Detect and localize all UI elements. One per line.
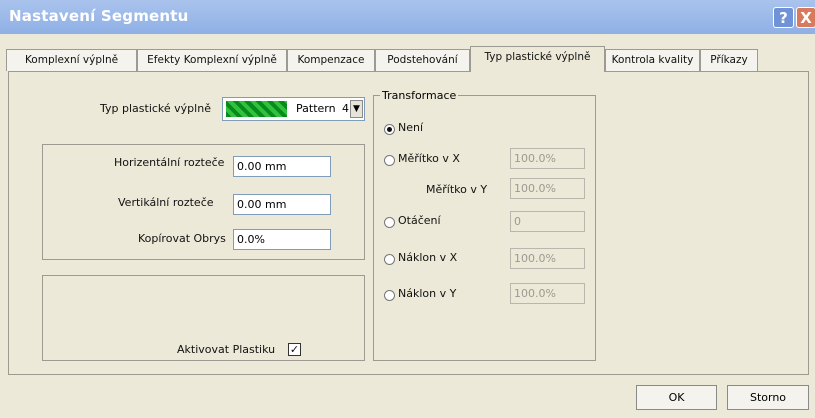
radio-rotation[interactable] [384,217,395,228]
radio-scale-x[interactable] [384,155,395,166]
tab-complex-fill[interactable]: Komplexní výplně [6,49,137,71]
tab-underlay[interactable]: Podstehování [375,49,470,71]
pattern-name: Pattern [296,102,336,115]
skew-x-field[interactable]: 100.0% [510,248,585,269]
ok-button[interactable]: OK [636,385,717,410]
skew-x-label: Náklon v X [398,251,458,264]
activate-plastic-checkbox[interactable]: ✓ [288,343,301,356]
rotation-label: Otáčení [398,214,441,227]
vertical-spacing-label: Vertikální rozteče [118,196,214,209]
chevron-down-icon[interactable]: ▼ [350,100,363,118]
scale-y-label: Měřítko v Y [426,183,488,196]
skew-y-label: Náklon v Y [398,287,457,300]
tab-strip: Komplexní výplně Efekty Komplexní výplně… [6,46,812,72]
help-button[interactable]: ? [773,7,794,28]
scale-x-field[interactable]: 100.0% [510,148,585,169]
segment-settings-dialog: Nastavení Segmentu ? X Komplexní výplně … [0,0,815,418]
copy-outline-field[interactable]: 0.0% [233,229,331,250]
window-title: Nastavení Segmentu [9,7,189,25]
tab-complex-fill-effects[interactable]: Efekty Komplexní výplně [137,49,287,71]
radio-none[interactable] [384,124,395,135]
pattern-swatch [226,101,287,117]
scale-y-field[interactable]: 100.0% [510,178,585,199]
transformation-legend: Transformace [380,89,459,102]
tab-plastic-fill-type[interactable]: Typ plastické výplně [470,46,605,72]
none-label: Není [398,121,424,134]
title-bar[interactable]: Nastavení Segmentu ? X [0,0,815,34]
vertical-spacing-field[interactable]: 0.00 mm [233,194,331,215]
cancel-button[interactable]: Storno [727,385,809,410]
tab-commands[interactable]: Příkazy [700,49,758,71]
copy-outline-label: Kopírovat Obrys [138,232,226,245]
pattern-number: 4 [342,102,349,115]
close-button[interactable]: X [796,7,815,28]
tab-compensation[interactable]: Kompenzace [287,49,375,71]
rotation-field[interactable]: 0 [510,211,585,232]
tab-quality-control[interactable]: Kontrola kvality [605,49,700,71]
activate-plastic-label: Aktivovat Plastiku [177,343,276,356]
radio-skew-y[interactable] [384,290,395,301]
fill-type-label: Typ plastické výplně [100,102,211,115]
fill-type-dropdown[interactable]: Pattern 4 ▼ [222,97,365,121]
horizontal-spacing-field[interactable]: 0.00 mm [233,156,331,177]
scale-x-label: Měřítko v X [398,152,460,165]
horizontal-spacing-label: Horizentální rozteče [114,156,225,169]
radio-skew-x[interactable] [384,254,395,265]
skew-y-field[interactable]: 100.0% [510,283,585,304]
